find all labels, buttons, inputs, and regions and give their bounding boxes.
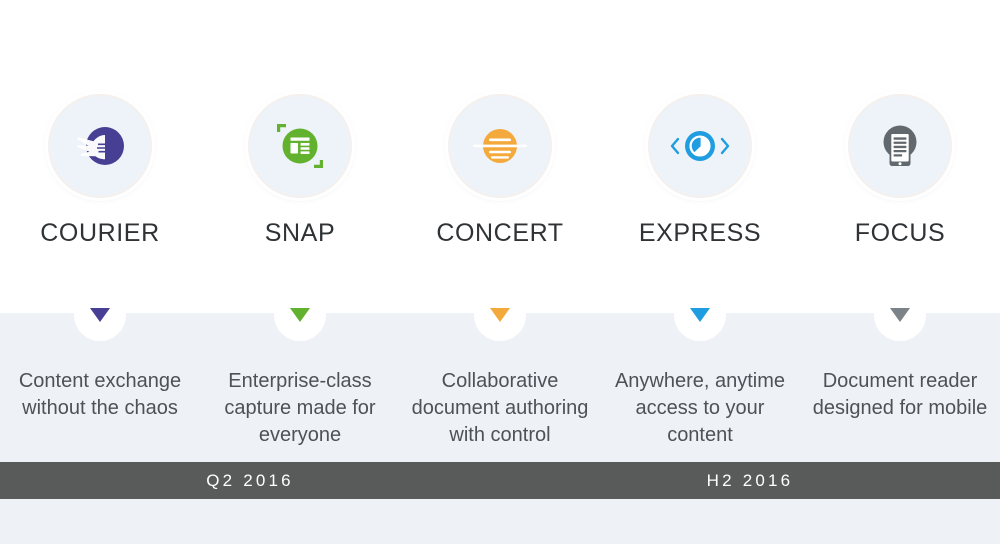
timeline-segment-h2: H2 2016 bbox=[500, 462, 1000, 499]
winged-hand-icon bbox=[71, 124, 129, 168]
product-column-express[interactable]: EXPRESS Anywhere, anytime access to your… bbox=[600, 0, 800, 462]
product-columns: COURIER Content exchange without the cha… bbox=[0, 0, 1000, 462]
product-badge-concert[interactable] bbox=[448, 94, 552, 198]
pointer-triangle-courier bbox=[90, 308, 110, 322]
pointer-notch-concert bbox=[474, 289, 526, 341]
product-name-snap: SNAP bbox=[264, 219, 336, 247]
product-description-snap: Enterprise-class capture made for everyo… bbox=[224, 370, 376, 446]
pointer-triangle-focus bbox=[890, 308, 910, 322]
roadmap-graphic: COURIER Content exchange without the cha… bbox=[0, 0, 1000, 544]
pointer-notch-focus bbox=[874, 289, 926, 341]
product-description-focus: Document reader designed for mobile bbox=[812, 370, 988, 419]
pointer-triangle-concert bbox=[490, 308, 510, 322]
timeline-bar: Q2 2016 H2 2016 bbox=[0, 462, 1000, 499]
capture-document-icon bbox=[271, 117, 329, 175]
product-column-focus[interactable]: FOCUS Document reader designed for mobil… bbox=[800, 0, 1000, 462]
pointer-notch-express bbox=[674, 289, 726, 341]
product-name-focus: FOCUS bbox=[854, 219, 946, 247]
product-description-express: Anywhere, anytime access to your content bbox=[614, 370, 786, 446]
blue-eye-chevrons-icon bbox=[667, 123, 733, 169]
product-description-courier: Content exchange without the chaos bbox=[18, 370, 182, 419]
product-column-concert[interactable]: CONCERT Collaborative document authoring… bbox=[400, 0, 600, 462]
product-badge-focus[interactable] bbox=[848, 94, 952, 198]
footer-strip bbox=[0, 499, 1000, 544]
pointer-notch-snap bbox=[274, 289, 326, 341]
timeline-segment-q2: Q2 2016 bbox=[0, 462, 500, 499]
product-name-express: EXPRESS bbox=[638, 219, 762, 247]
product-column-snap[interactable]: SNAP Enterprise-class capture made for e… bbox=[200, 0, 400, 462]
timeline-label-h2: H2 2016 bbox=[706, 470, 794, 490]
timeline-label-q2: Q2 2016 bbox=[206, 470, 294, 490]
mobile-reader-icon bbox=[873, 118, 927, 174]
pointer-notch-courier bbox=[74, 289, 126, 341]
product-column-courier[interactable]: COURIER Content exchange without the cha… bbox=[0, 0, 200, 462]
product-name-courier: COURIER bbox=[40, 219, 160, 247]
product-badge-courier[interactable] bbox=[48, 94, 152, 198]
product-badge-express[interactable] bbox=[648, 94, 752, 198]
product-name-concert: CONCERT bbox=[436, 219, 564, 247]
product-description-concert: Collaborative document authoring with co… bbox=[411, 370, 589, 446]
orange-document-disc-icon bbox=[469, 122, 531, 170]
pointer-triangle-express bbox=[690, 308, 710, 322]
pointer-triangle-snap bbox=[290, 308, 310, 322]
product-badge-snap[interactable] bbox=[248, 94, 352, 198]
